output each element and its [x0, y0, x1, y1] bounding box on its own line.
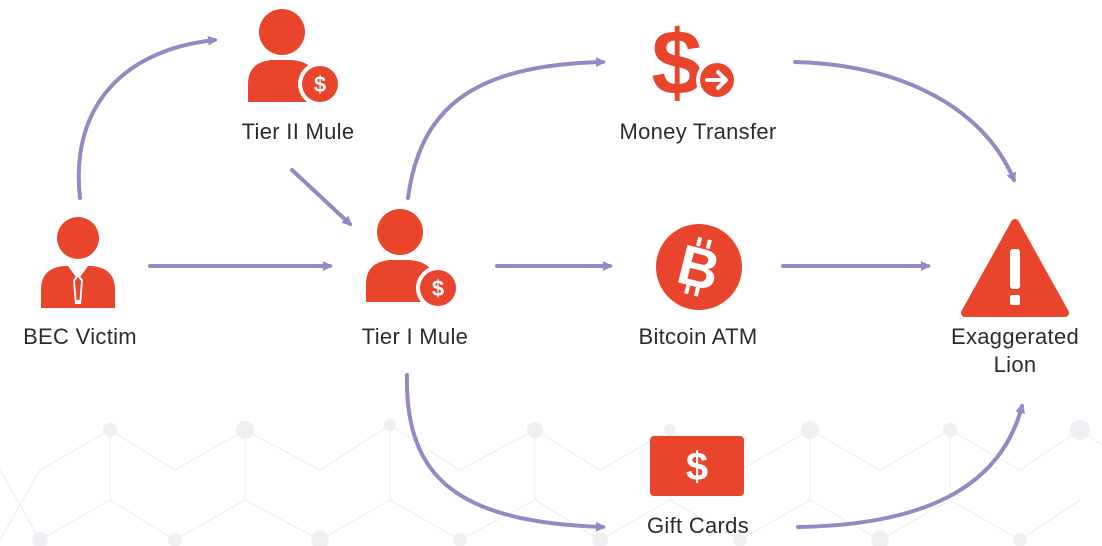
- edge-tier2-to-tier1: [290, 168, 353, 227]
- bitcoin-icon: B: [656, 224, 742, 310]
- node-label-gift-cards: Gift Cards: [646, 513, 750, 538]
- person-dollar-icon: $: [248, 9, 342, 106]
- node-label-tier1-mule: Tier I Mule: [361, 324, 469, 349]
- node-label-money-transfer: Money Transfer: [619, 119, 777, 144]
- edge-money-transfer-to-lion: [793, 60, 1016, 183]
- business-person-icon: [41, 217, 115, 308]
- background-dots: [32, 419, 1090, 546]
- node-label-destination: Exaggerated Lion: [951, 323, 1079, 379]
- node-label-bec-victim: BEC Victim: [23, 324, 137, 349]
- svg-text:$: $: [686, 445, 708, 489]
- svg-text:$: $: [432, 276, 444, 301]
- edge-gift-cards-to-lion: [796, 403, 1026, 529]
- warning-triangle-icon: [961, 219, 1069, 317]
- diagram-canvas: $ $ $ B $: [0, 9, 1102, 546]
- svg-text:$: $: [314, 72, 326, 97]
- svg-text:$: $: [651, 12, 702, 114]
- node-label-bitcoin-atm: Bitcoin ATM: [638, 324, 758, 349]
- node-label-destination-line1: Exaggerated: [950, 324, 1080, 349]
- person-dollar-icon: $: [366, 209, 460, 310]
- node-label-destination-line2: Lion: [993, 352, 1037, 377]
- edge-tier1-to-gift-cards: [404, 373, 606, 532]
- edge-tier1-to-money-transfer: [406, 57, 606, 200]
- gift-card-dollar-icon: $: [650, 436, 744, 496]
- dollar-arrow-icon: $: [651, 12, 738, 114]
- node-label-tier2-mule: Tier II Mule: [241, 119, 355, 144]
- edge-victim-to-tier2: [76, 35, 218, 200]
